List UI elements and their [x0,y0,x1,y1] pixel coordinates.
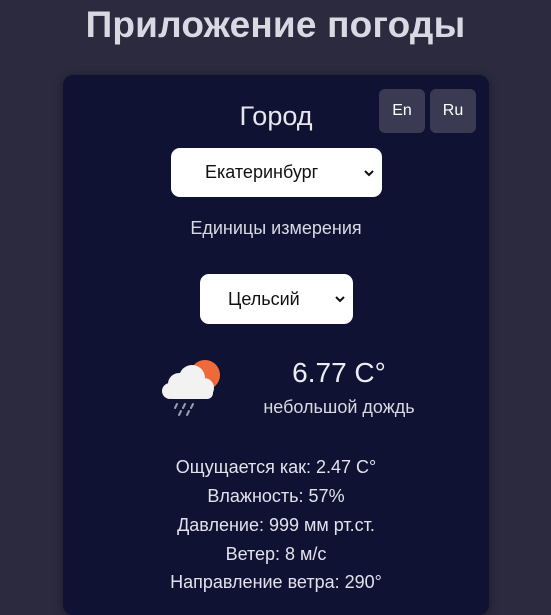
units-select[interactable]: Цельсий [200,274,353,324]
city-select-value: Екатеринбург [205,162,319,182]
cloud-sun-rain-icon [162,360,220,416]
city-select[interactable]: Екатеринбург [171,148,382,197]
feels-like: Ощущается как: 2.47 C° [175,457,377,477]
chevron-down-icon [364,169,374,176]
wind-speed: Ветер: 8 м/с [225,544,327,564]
weather-description: небольшой дождь [263,397,415,417]
humidity: Влажность: 57% [207,486,345,506]
city-label: Город [239,101,313,131]
weather-card: En Ru Город Екатеринбург Единицы измерен… [63,75,489,615]
app-title: Приложение погоды [85,4,466,45]
wind-direction: Направление ветра: 290° [170,572,382,592]
units-label: Единицы измерения [190,218,362,238]
pressure: Давление: 999 мм рт.ст. [177,515,375,535]
units-select-value: Цельсий [228,288,300,309]
chevron-down-icon [335,296,345,303]
temperature: 6.77 C° [292,357,386,388]
